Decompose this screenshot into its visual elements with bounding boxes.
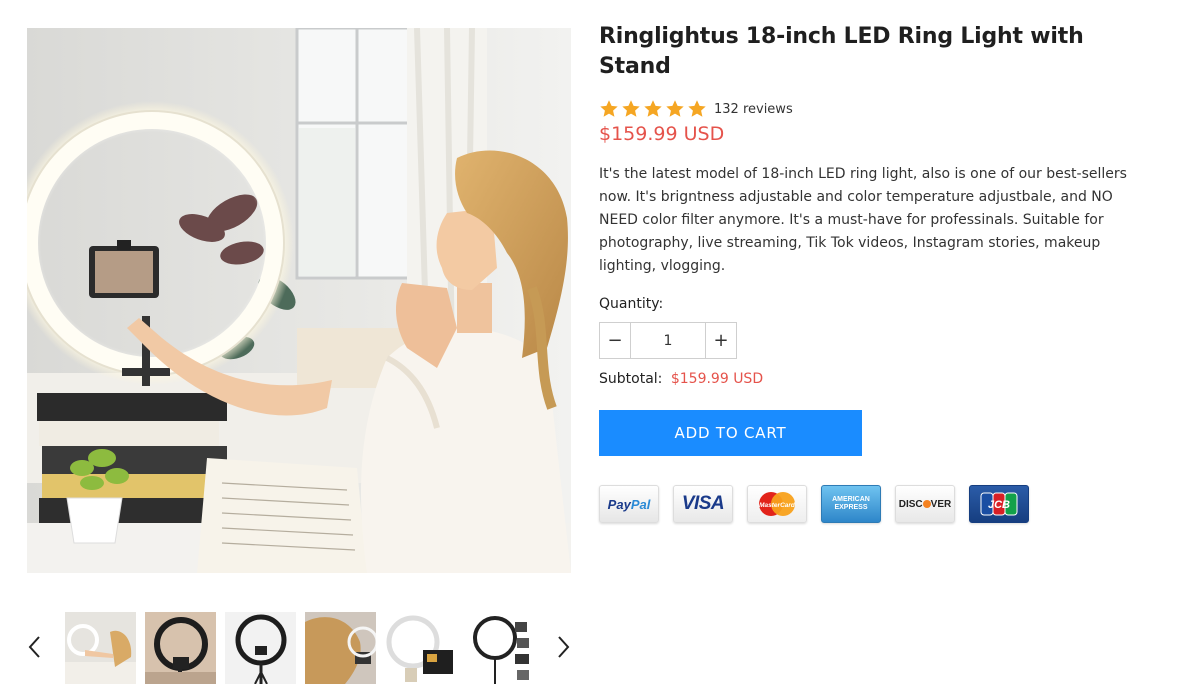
star-icon <box>688 100 706 117</box>
visa-logo: VISA <box>673 485 733 523</box>
mastercard-logo: MasterCard <box>747 485 807 523</box>
payment-methods: PayPal VISA MasterCard AMERICAN EXPRESS D… <box>599 485 1159 523</box>
jcb-logo: JCB <box>969 485 1029 523</box>
paypal-pal-text: Pal <box>630 496 651 512</box>
discover-logo: DISC VER <box>895 485 955 523</box>
paypal-pay-text: Pay <box>607 496 631 512</box>
discover-text-2: VER <box>930 498 952 510</box>
product-description: It's the latest model of 18-inch LED rin… <box>599 166 1127 274</box>
subtotal: Subtotal: $159.99 USD <box>599 371 1159 387</box>
quantity-stepper: − + <box>599 322 737 359</box>
quantity-input[interactable] <box>631 323 705 358</box>
star-icon <box>666 100 684 117</box>
thumbnail-5[interactable] <box>385 612 456 684</box>
amex-line-2: EXPRESS <box>834 504 868 511</box>
decrease-quantity-button[interactable]: − <box>600 323 631 358</box>
rating-row: 132 reviews <box>599 98 1159 120</box>
thumbnail-6[interactable] <box>465 612 536 684</box>
star-icon <box>600 100 618 117</box>
thumbnail-4[interactable] <box>305 612 376 684</box>
product-price: $159.99 USD <box>599 123 725 145</box>
discover-text-1: DISC <box>898 498 923 510</box>
main-product-image[interactable] <box>27 28 571 573</box>
amex-logo: AMERICAN EXPRESS <box>821 485 881 523</box>
quantity-label: Quantity: <box>599 296 664 312</box>
thumbnail-1[interactable] <box>65 612 136 684</box>
product-title: Ringlightus 18-inch LED Ring Light with … <box>599 24 1084 79</box>
star-rating[interactable] <box>599 99 707 119</box>
chevron-left-icon[interactable] <box>20 630 48 664</box>
increase-quantity-button[interactable]: + <box>705 323 736 358</box>
product-info: Ringlightus 18-inch LED Ring Light with … <box>599 22 1159 523</box>
star-icon <box>622 100 640 117</box>
discover-dot-icon <box>922 499 931 508</box>
star-icon <box>644 100 662 117</box>
thumbnail-3[interactable] <box>225 612 296 684</box>
thumbnail-2[interactable] <box>145 612 216 684</box>
jcb-text: JCB <box>988 499 1010 511</box>
visa-text: VISA <box>681 493 725 514</box>
ring-light-photo <box>27 28 571 573</box>
mastercard-text: MasterCard <box>759 502 796 509</box>
chevron-right-icon[interactable] <box>550 630 578 664</box>
paypal-logo: PayPal <box>599 485 659 523</box>
review-count-link[interactable]: 132 reviews <box>714 102 793 117</box>
subtotal-value: $159.99 USD <box>670 371 764 387</box>
add-to-cart-button[interactable]: ADD TO CART <box>599 410 862 456</box>
thumbnail-strip <box>20 608 580 688</box>
subtotal-label: Subtotal: <box>599 371 663 387</box>
amex-line-1: AMERICAN <box>832 496 870 503</box>
